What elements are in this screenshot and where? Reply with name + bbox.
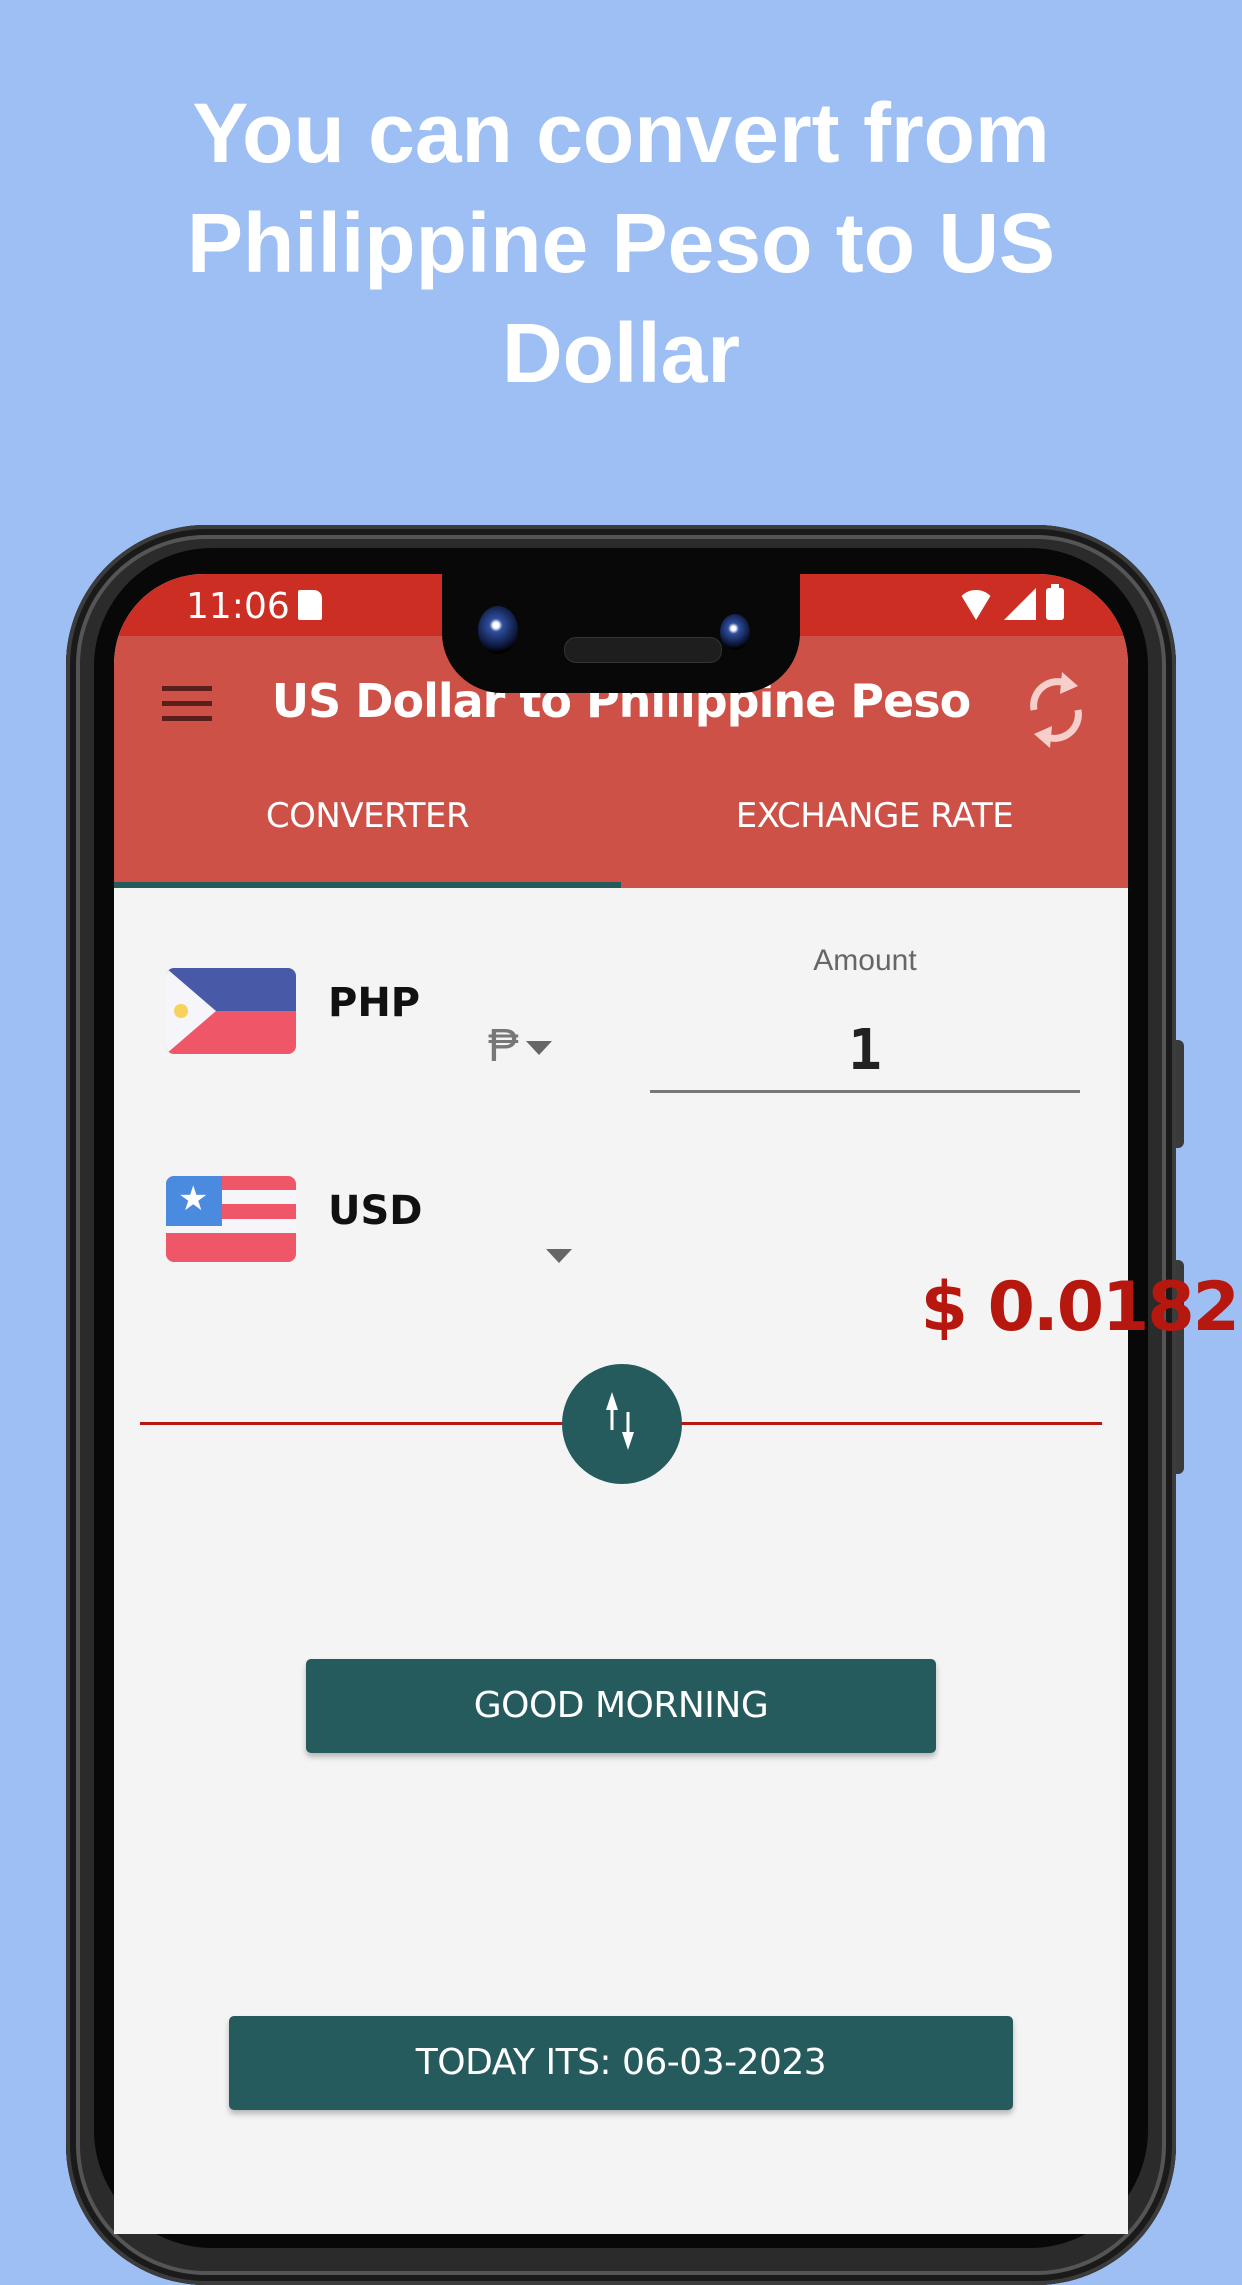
usa-flag-icon[interactable]: ★ xyxy=(166,1176,296,1262)
peso-symbol: ₱ xyxy=(488,1019,519,1071)
promo-line: Dollar xyxy=(501,306,741,400)
from-currency-dropdown-icon[interactable] xyxy=(526,1041,552,1055)
promo-line: Philippine Peso to US xyxy=(186,196,1056,290)
swap-vertical-icon xyxy=(606,1392,634,1450)
to-currency-dropdown-icon[interactable] xyxy=(546,1249,572,1263)
signal-icon xyxy=(1004,588,1036,620)
sd-card-icon xyxy=(298,590,322,620)
date-button[interactable]: TODAY ITS: 06-03-2023 xyxy=(229,2016,1013,2110)
greeting-button[interactable]: GOOD MORNING xyxy=(306,1659,936,1753)
tab-exchange-rate[interactable]: EXCHANGE RATE xyxy=(621,766,1128,888)
status-icons xyxy=(958,584,1064,620)
status-time: 11:06 xyxy=(186,586,290,627)
battery-icon xyxy=(1046,584,1064,620)
front-sensor-icon xyxy=(720,614,750,650)
refresh-icon[interactable] xyxy=(1024,670,1088,750)
from-currency-code[interactable]: PHP xyxy=(328,980,420,1026)
conversion-result: $ 0.0182 xyxy=(920,1268,1240,1347)
tab-converter[interactable]: CONVERTER xyxy=(114,766,621,888)
promo-line: You can convert from xyxy=(192,86,1050,180)
wifi-icon xyxy=(958,590,994,620)
tab-bar: CONVERTER EXCHANGE RATE xyxy=(114,766,1128,888)
to-currency-code[interactable]: USD xyxy=(328,1188,423,1234)
amount-label: Amount xyxy=(813,944,917,977)
earpiece-speaker xyxy=(564,637,722,663)
swap-currencies-button[interactable] xyxy=(562,1364,682,1484)
volume-button xyxy=(1176,1040,1184,1148)
front-camera-icon xyxy=(478,606,518,654)
amount-input[interactable] xyxy=(650,1010,1080,1093)
philippines-flag-icon[interactable] xyxy=(166,968,296,1054)
promo-headline: You can convert from Philippine Peso to … xyxy=(0,78,1242,408)
